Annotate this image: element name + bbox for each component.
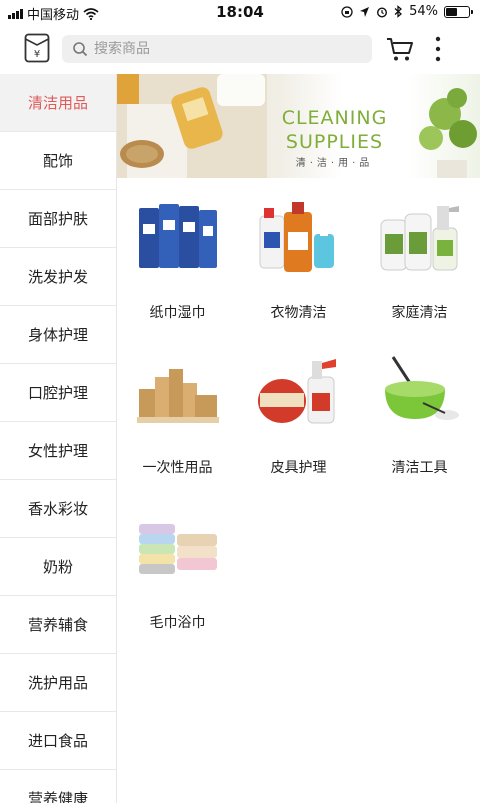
- sidebar-item-imported-food[interactable]: 进口食品: [0, 712, 116, 770]
- home-cleaning-image: [380, 206, 459, 271]
- sidebar-item-hair-care[interactable]: 洗发护发: [0, 248, 116, 306]
- subcategory-label: 清洁工具: [391, 460, 448, 476]
- cart-icon[interactable]: [386, 36, 414, 62]
- subcategory-leather-care[interactable]: 皮具护理: [238, 339, 359, 489]
- svg-text:¥: ¥: [34, 49, 40, 60]
- more-vertical-icon[interactable]: [432, 36, 444, 62]
- tissues-image: [139, 204, 217, 268]
- sidebar-item-facial-care[interactable]: 面部护肤: [0, 190, 116, 248]
- search-icon: [73, 42, 88, 57]
- status-bar: 中国移动 18:04 54%: [0, 0, 480, 26]
- sidebar-item-feminine-care[interactable]: 女性护理: [0, 422, 116, 480]
- sidebar-item-nutrition-health[interactable]: 营养健康: [0, 770, 116, 803]
- subcategory-label: 家庭清洁: [391, 305, 448, 321]
- towels-image: [139, 524, 217, 574]
- disposables-image: [137, 369, 219, 423]
- banner-title: CLEANING SUPPLIES: [281, 107, 388, 153]
- subcategory-laundry[interactable]: 衣物清洁: [238, 184, 359, 334]
- store-logo-icon[interactable]: ¥: [24, 33, 50, 63]
- subcategory-home-cleaning[interactable]: 家庭清洁: [359, 184, 480, 334]
- sidebar-item-accessories[interactable]: 配饰: [0, 132, 116, 190]
- subcategory-label: 纸巾湿巾: [149, 305, 206, 321]
- battery-percent: 54%: [409, 4, 438, 19]
- subcategory-label: 衣物清洁: [270, 305, 327, 321]
- search-bar[interactable]: [62, 35, 372, 63]
- category-banner[interactable]: CLEANING SUPPLIES 清·洁·用·品: [117, 74, 480, 178]
- category-content: CLEANING SUPPLIES 清·洁·用·品 纸巾湿巾 衣物清洁 家庭清洁…: [117, 74, 480, 803]
- battery-icon: [444, 5, 473, 18]
- subcategory-label: 皮具护理: [270, 460, 327, 476]
- sidebar-item-baby-food[interactable]: 营养辅食: [0, 596, 116, 654]
- screen-lock-icon: [341, 5, 353, 18]
- sidebar-item-perfume-makeup[interactable]: 香水彩妆: [0, 480, 116, 538]
- category-sidebar: 清洁用品 配饰 面部护肤 洗发护发 身体护理 口腔护理 女性护理 香水彩妆 奶粉…: [0, 74, 117, 803]
- sidebar-item-milk-powder[interactable]: 奶粉: [0, 538, 116, 596]
- sidebar-item-cleaning-supplies[interactable]: 清洁用品: [0, 74, 116, 132]
- alarm-icon: [377, 6, 388, 18]
- subcategory-label: 一次性用品: [142, 460, 213, 476]
- sidebar-item-wash-care[interactable]: 洗护用品: [0, 654, 116, 712]
- subcategory-tissues-wipes[interactable]: 纸巾湿巾: [117, 184, 238, 334]
- header-bar: ¥: [0, 26, 480, 74]
- subcategory-disposables[interactable]: 一次性用品: [117, 339, 238, 489]
- sidebar-item-body-care[interactable]: 身体护理: [0, 306, 116, 364]
- subcategory-cleaning-tools[interactable]: 清洁工具: [359, 339, 480, 489]
- sidebar-item-oral-care[interactable]: 口腔护理: [0, 364, 116, 422]
- bluetooth-icon: [394, 5, 403, 18]
- leather-care-image: [258, 359, 336, 424]
- search-input[interactable]: [94, 41, 354, 57]
- banner-subtitle: 清·洁·用·品: [295, 158, 374, 169]
- subcategory-towels[interactable]: 毛巾浴巾: [117, 494, 238, 644]
- subcategory-label: 毛巾浴巾: [149, 615, 206, 631]
- laundry-image: [259, 202, 334, 272]
- location-icon: [360, 6, 370, 17]
- cleaning-tools-image: [385, 356, 459, 420]
